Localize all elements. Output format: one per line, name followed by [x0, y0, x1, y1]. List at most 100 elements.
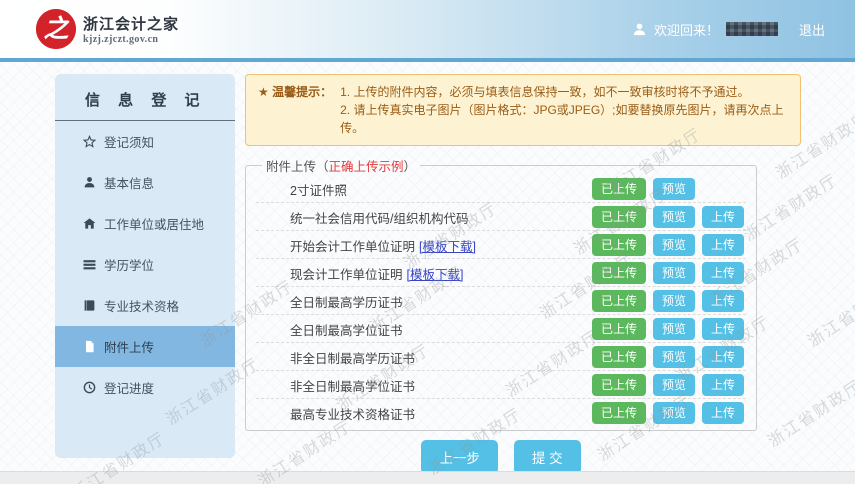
form-actions: 上一步 提 交 [245, 440, 757, 474]
preview-button[interactable]: 预览 [653, 234, 695, 256]
notice-line: 1. 上传的附件内容，必须与填表信息保持一致，如不一致审核时将不予通过。 [340, 83, 788, 101]
upload-button[interactable]: 上传 [702, 290, 744, 312]
file-icon [83, 340, 96, 353]
uploaded-button[interactable]: 已上传 [592, 234, 646, 256]
main-panel: ★ 温馨提示： 1. 上传的附件内容，必须与填表信息保持一致，如不一致审核时将不… [245, 74, 815, 474]
row-buttons: 已上传 预览 [592, 178, 744, 200]
template-download-link[interactable]: [模板下载] [419, 240, 476, 254]
notice-line: 2. 请上传真实电子图片（图片格式：JPG或JPEG）;如要替换原先图片，请再次… [340, 101, 788, 137]
upload-button[interactable]: 上传 [702, 262, 744, 284]
uploaded-button[interactable]: 已上传 [592, 374, 646, 396]
preview-button[interactable]: 预览 [653, 374, 695, 396]
sidebar-item-label: 专业技术资格 [104, 296, 179, 315]
preview-button[interactable]: 预览 [653, 290, 695, 312]
upload-example-link[interactable]: 正确上传示例 [329, 160, 404, 174]
upload-button[interactable]: 上传 [702, 402, 744, 424]
sidebar-item-registration-progress[interactable]: 登记进度 [55, 367, 235, 408]
uploaded-button[interactable]: 已上传 [592, 178, 646, 200]
upload-row-photo: 2寸证件照 已上传 预览 [256, 175, 746, 203]
sidebar-item-label: 工作单位或居住地 [104, 214, 204, 233]
upload-button[interactable]: 上传 [702, 234, 744, 256]
sidebar-item-attachment-upload[interactable]: 附件上传 [55, 326, 235, 367]
row-buttons: 已上传 预览 上传 [592, 262, 744, 284]
sidebar-item-education[interactable]: 学历学位 [55, 244, 235, 285]
prev-step-button[interactable]: 上一步 [421, 440, 498, 474]
template-download-link[interactable]: [模板下载] [407, 268, 464, 282]
uploaded-button[interactable]: 已上传 [592, 402, 646, 424]
preview-button[interactable]: 预览 [653, 262, 695, 284]
legend-suffix: ） [404, 160, 417, 174]
uploaded-button[interactable]: 已上传 [592, 318, 646, 340]
upload-button[interactable]: 上传 [702, 206, 744, 228]
logout-link[interactable]: 退出 [799, 20, 825, 39]
upload-fieldset: 附件上传（正确上传示例） 2寸证件照 已上传 预览 统一社会信用代码/组织机构代… [245, 156, 757, 431]
row-buttons: 已上传 预览 上传 [592, 318, 744, 340]
attachment-label-text: 现会计工作单位证明 [290, 268, 403, 282]
row-buttons: 已上传 预览 上传 [592, 374, 744, 396]
row-buttons: 已上传 预览 上传 [592, 206, 744, 228]
notice-title-text: 温馨提示： [272, 85, 332, 99]
logo-icon: 之 [36, 9, 76, 49]
notice-title: ★ 温馨提示： [258, 83, 332, 137]
attachment-label: 最高专业技术资格证书 [290, 404, 592, 423]
upload-row-fulltime-diploma: 全日制最高学历证书 已上传 预览 上传 [256, 287, 746, 315]
uploaded-button[interactable]: 已上传 [592, 206, 646, 228]
sidebar-item-label: 登记须知 [104, 132, 154, 151]
user-icon [632, 22, 647, 37]
upload-row-parttime-degree: 非全日制最高学位证书 已上传 预览 上传 [256, 371, 746, 399]
sidebar-item-registration-notice[interactable]: 登记须知 [55, 121, 235, 162]
preview-button[interactable]: 预览 [653, 346, 695, 368]
upload-row-highest-qualification: 最高专业技术资格证书 已上传 预览 上传 [256, 399, 746, 426]
sidebar-item-basic-info[interactable]: 基本信息 [55, 162, 235, 203]
username-redacted [726, 22, 778, 36]
upload-row-fulltime-degree: 全日制最高学位证书 已上传 预览 上传 [256, 315, 746, 343]
sidebar-item-work-unit[interactable]: 工作单位或居住地 [55, 203, 235, 244]
star-icon [83, 135, 96, 148]
attachment-label: 非全日制最高学历证书 [290, 348, 592, 367]
preview-button[interactable]: 预览 [653, 402, 695, 424]
uploaded-button[interactable]: 已上传 [592, 262, 646, 284]
upload-legend: 附件上传（正确上传示例） [262, 156, 420, 175]
submit-button[interactable]: 提 交 [514, 440, 581, 474]
logo-glyph: 之 [43, 17, 68, 42]
attachment-label: 开始会计工作单位证明 [模板下载] [290, 236, 592, 255]
upload-row-parttime-diploma: 非全日制最高学历证书 已上传 预览 上传 [256, 343, 746, 371]
uploaded-button[interactable]: 已上传 [592, 346, 646, 368]
logo-text: 浙江会计之家 kjzj.zjczt.gov.cn [83, 13, 179, 45]
upload-button[interactable]: 上传 [702, 374, 744, 396]
attachment-label-text: 开始会计工作单位证明 [290, 240, 415, 254]
home-icon [83, 217, 96, 230]
sidebar-title: 信 息 登 记 [55, 74, 235, 121]
preview-button[interactable]: 预览 [653, 206, 695, 228]
sidebar-item-label: 附件上传 [104, 337, 154, 356]
upload-row-credit-code: 统一社会信用代码/组织机构代码 已上传 预览 上传 [256, 203, 746, 231]
site-logo[interactable]: 之 浙江会计之家 kjzj.zjczt.gov.cn [36, 9, 179, 49]
uploaded-button[interactable]: 已上传 [592, 290, 646, 312]
user-icon [83, 176, 96, 189]
site-title: 浙江会计之家 [83, 13, 179, 34]
attachment-label: 现会计工作单位证明 [模板下载] [290, 264, 592, 283]
attachment-label: 全日制最高学位证书 [290, 320, 592, 339]
upload-button[interactable]: 上传 [702, 318, 744, 340]
sidebar-item-professional-qualification[interactable]: 专业技术资格 [55, 285, 235, 326]
user-area: 欢迎回来！ 退出 [632, 20, 825, 39]
preview-button[interactable]: 预览 [653, 178, 695, 200]
upload-button[interactable]: 上传 [702, 346, 744, 368]
sidebar-item-label: 学历学位 [104, 255, 154, 274]
row-buttons: 已上传 预览 上传 [592, 402, 744, 424]
book-icon [83, 299, 96, 312]
attachment-label: 非全日制最高学位证书 [290, 376, 592, 395]
header: 之 浙江会计之家 kjzj.zjczt.gov.cn 欢迎回来！ 退出 [0, 0, 855, 62]
sidebar: 信 息 登 记 登记须知 基本信息 工作单位或居住地 学历学位 专业技术资格 附… [55, 74, 235, 458]
welcome-text: 欢迎回来！ [654, 20, 719, 39]
row-buttons: 已上传 预览 上传 [592, 234, 744, 256]
attachment-label: 2寸证件照 [290, 180, 592, 199]
footer-bar [0, 471, 855, 484]
list-icon [83, 258, 96, 271]
notice-lines: 1. 上传的附件内容，必须与填表信息保持一致，如不一致审核时将不予通过。 2. … [340, 83, 788, 137]
row-buttons: 已上传 预览 上传 [592, 290, 744, 312]
row-buttons: 已上传 预览 上传 [592, 346, 744, 368]
preview-button[interactable]: 预览 [653, 318, 695, 340]
sidebar-item-label: 登记进度 [104, 378, 154, 397]
sidebar-item-label: 基本信息 [104, 173, 154, 192]
